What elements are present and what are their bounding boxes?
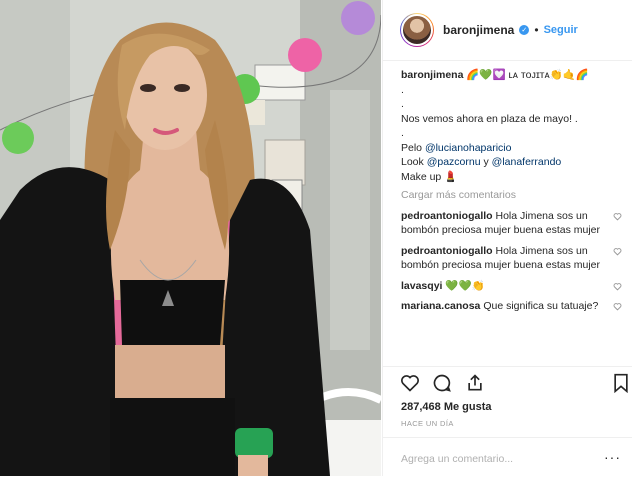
caption-text: 🌈💚💟 ʟᴀ ᴛᴏᴊɪᴛᴀ👏🤙🌈 xyxy=(466,69,589,81)
action-bar xyxy=(383,366,632,397)
look-label: Look xyxy=(401,156,424,168)
follow-button[interactable]: Seguir xyxy=(544,24,578,36)
heart-icon[interactable] xyxy=(613,282,622,291)
comment-text: 💚💚👏 xyxy=(445,279,485,292)
load-more-comments[interactable]: Cargar más comentarios xyxy=(401,188,623,203)
header-separator: • xyxy=(534,23,539,37)
comment-input[interactable]: Agrega un comentario... xyxy=(401,453,513,465)
post-photo[interactable] xyxy=(0,0,381,476)
comments-area: baronjimena 🌈💚💟 ʟᴀ ᴛᴏᴊɪᴛᴀ👏🤙🌈 . . Nos vem… xyxy=(401,68,623,314)
heart-icon[interactable] xyxy=(613,212,622,221)
heart-icon[interactable] xyxy=(613,247,622,256)
timestamp: HACE UN DÍA xyxy=(401,419,454,428)
comment: pedroantoniogallo Hola Jimena sos un bom… xyxy=(401,244,623,273)
caption-dot: . xyxy=(401,83,404,96)
mention-link[interactable]: @pazcornu xyxy=(427,156,481,168)
comment-username[interactable]: lavasqyi xyxy=(401,280,442,292)
more-options-button[interactable]: ··· xyxy=(604,449,621,465)
photo-illustration xyxy=(0,0,381,476)
comment: mariana.canosa Que significa su tatuaje? xyxy=(401,299,623,314)
comment-icon[interactable] xyxy=(432,373,452,393)
makeup-line: Make up 💄 xyxy=(401,170,458,183)
mention-link[interactable]: @lucianohaparicio xyxy=(425,142,512,154)
pelo-label: Pelo xyxy=(401,141,423,154)
likes-count[interactable]: 287,468 Me gusta xyxy=(401,401,492,413)
bookmark-icon[interactable] xyxy=(612,373,630,393)
header-username[interactable]: baronjimena xyxy=(443,23,514,37)
share-icon[interactable] xyxy=(465,373,485,393)
post-header: baronjimena ✓ • Seguir xyxy=(383,0,632,61)
post-sidebar: baronjimena ✓ • Seguir baronjimena 🌈💚💟 ʟ… xyxy=(382,0,632,476)
mention-link[interactable]: @lanaferrando xyxy=(492,156,562,168)
comment: lavasqyi 💚💚👏 xyxy=(401,279,623,294)
comment-username[interactable]: pedroantoniogallo xyxy=(401,210,493,222)
comment-username[interactable]: mariana.canosa xyxy=(401,300,480,312)
verified-icon: ✓ xyxy=(519,25,530,35)
add-comment-bar: Agrega un comentario... ··· xyxy=(383,437,632,477)
look-conjunction: y xyxy=(483,156,489,168)
caption: baronjimena 🌈💚💟 ʟᴀ ᴛᴏᴊɪᴛᴀ👏🤙🌈 . . Nos vem… xyxy=(401,68,623,184)
comment-text: Que significa su tatuaje? xyxy=(483,300,599,312)
comment: pedroantoniogallo Hola Jimena sos un bom… xyxy=(401,209,623,238)
heart-icon[interactable] xyxy=(400,373,420,393)
avatar[interactable] xyxy=(400,13,434,47)
caption-username[interactable]: baronjimena xyxy=(401,69,463,81)
caption-dot: . xyxy=(401,127,404,139)
caption-dot: . xyxy=(401,98,404,110)
instagram-post: baronjimena ✓ • Seguir baronjimena 🌈💚💟 ʟ… xyxy=(0,0,632,476)
comment-username[interactable]: pedroantoniogallo xyxy=(401,245,493,257)
heart-icon[interactable] xyxy=(613,302,622,311)
caption-line: Nos vemos ahora en plaza de mayo! . xyxy=(401,112,578,125)
